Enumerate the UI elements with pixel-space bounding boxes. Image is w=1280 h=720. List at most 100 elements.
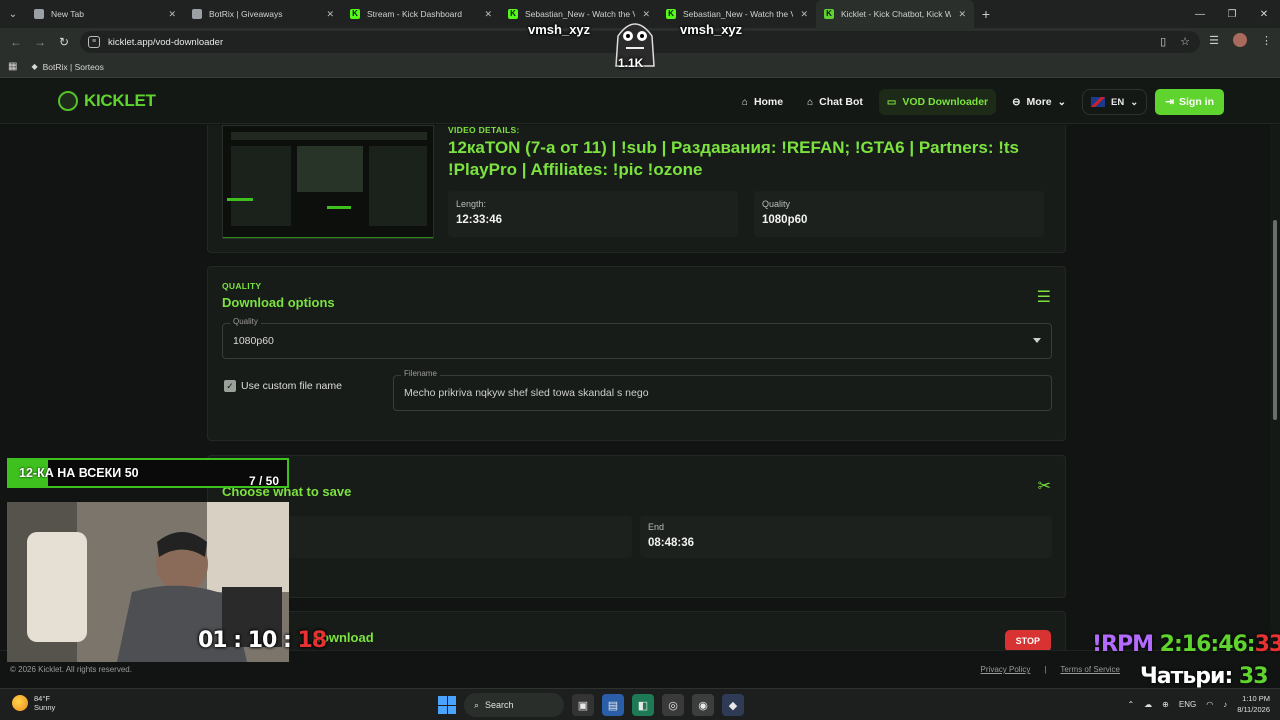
nav-chat-bot[interactable]: ⌂ Chat Bot (799, 89, 871, 115)
start-button[interactable] (438, 696, 456, 714)
close-tab-icon[interactable]: ✕ (800, 9, 808, 20)
tab-label: Stream - Kick Dashboard (367, 9, 462, 19)
bookmark-label: BotRix | Sorteos (42, 61, 104, 72)
weather-widget[interactable]: 84°F Sunny (12, 694, 55, 712)
nav-home[interactable]: ⌂ Home (734, 89, 791, 115)
volume-icon[interactable]: ♪ (1223, 700, 1227, 709)
caret-down-icon (1033, 338, 1041, 343)
chevron-down-icon: ⌄ (1130, 96, 1139, 108)
quality-stat: Quality 1080p60 (754, 191, 1044, 237)
nav-vod-downloader[interactable]: ▭ VOD Downloader (878, 89, 997, 115)
end-label: End (648, 522, 665, 532)
goal-count: 7 / 50 (248, 474, 279, 488)
close-tab-icon[interactable]: ✕ (326, 9, 334, 20)
site-info-icon[interactable]: ≡ (88, 36, 100, 48)
globe-favicon-icon (34, 9, 44, 19)
network-icon[interactable]: ⊕ (1162, 700, 1169, 709)
logo-text: KICKLET (84, 91, 156, 110)
settings-sliders-icon[interactable]: ☰ (1037, 287, 1051, 307)
scrollbar-thumb[interactable] (1273, 220, 1277, 420)
video-title: 12каTON (7-а от 11) | !sub | Раздавания:… (448, 138, 1019, 179)
close-tab-icon[interactable]: ✕ (958, 9, 966, 20)
taskview-icon[interactable]: ▣ (572, 694, 594, 716)
system-tray: ⌃ ☁ ⊕ ENG ◠ ♪ 1:10 PM 8/11/2026 (1127, 693, 1270, 715)
bookmark-botrix[interactable]: ◆ BotRix | Sorteos (31, 62, 103, 72)
nav-label: More (1026, 96, 1052, 108)
browser-tab[interactable]: BotRix | Giveaways ✕ (184, 0, 342, 28)
window-controls: — ❐ ✕ (1184, 9, 1280, 20)
length-value: 12:33:46 (456, 214, 503, 226)
sign-in-button[interactable]: ⇥ Sign in (1155, 89, 1224, 115)
length-label: Length: (456, 199, 487, 209)
rpm-label: !RPM (1092, 632, 1154, 657)
clock[interactable]: 1:10 PM 8/11/2026 (1237, 693, 1270, 715)
wifi-icon[interactable]: ◠ (1206, 700, 1213, 709)
close-window-button[interactable]: ✕ (1248, 9, 1280, 20)
language-selector[interactable]: EN ⌄ (1082, 89, 1148, 115)
input-language[interactable]: ENG (1179, 700, 1196, 709)
goal-text: 12-КА НА ВСЕКИ 50 (19, 466, 139, 480)
chevron-down-icon: ⌄ (1057, 96, 1067, 108)
browser-menu-icon[interactable]: ⋮ (1261, 34, 1272, 47)
end-time-box[interactable]: End 08:48:36 (640, 516, 1052, 558)
profile-avatar[interactable] (1233, 33, 1247, 47)
timer-seconds: 18 (297, 628, 327, 653)
nav-more[interactable]: ⊖ More ⌄ (1004, 89, 1074, 115)
day-value: 33 (1238, 664, 1269, 689)
main-nav: ⌂ Home ⌂ Chat Bot ▭ VOD Downloader ⊖ Mor… (734, 89, 1224, 115)
custom-filename-checkbox[interactable]: ✓ (224, 380, 236, 392)
taskbar-search-label: Search (485, 700, 514, 710)
cloud-icon[interactable]: ☁ (1144, 700, 1152, 709)
browser-tab[interactable]: K Stream - Kick Dashboard ✕ (342, 0, 500, 28)
video-thumbnail[interactable] (222, 125, 434, 239)
quality-kicker: QUALITY (222, 281, 262, 291)
apps-icon[interactable]: ▦ (8, 61, 17, 72)
weather-temp: 84°F (34, 694, 50, 703)
page-icon[interactable]: ▯ (1160, 35, 1166, 48)
page-scrollbar[interactable] (1270, 125, 1280, 650)
explorer-icon[interactable]: ▤ (602, 694, 624, 716)
restore-button[interactable]: ❐ (1216, 9, 1248, 20)
url-text: kicklet.app/vod-downloader (108, 36, 224, 48)
terms-link[interactable]: Terms of Service (1060, 665, 1120, 674)
kicklet-logo[interactable]: KICKLET (58, 91, 156, 111)
kick-favicon-icon: K (350, 9, 360, 19)
chevron-up-icon[interactable]: ⌃ (1127, 700, 1134, 709)
privacy-policy-link[interactable]: Privacy Policy (981, 665, 1031, 674)
tab-search-button[interactable]: ⌄ (0, 0, 26, 28)
app-icon-2[interactable]: ◆ (722, 694, 744, 716)
nav-label: Home (753, 96, 784, 108)
nav-label: VOD Downloader (902, 96, 989, 108)
scissors-icon[interactable]: ✂ (1038, 476, 1051, 496)
rpm-seconds: 33 (1254, 632, 1280, 657)
close-tab-icon[interactable]: ✕ (484, 9, 492, 20)
end-value: 08:48:36 (648, 537, 695, 549)
forward-button[interactable]: → (28, 35, 52, 49)
obs-icon[interactable]: ◎ (662, 694, 684, 716)
filename-input[interactable]: Mecho prikriva nqkyw shef sled towa skan… (393, 375, 1052, 411)
minimize-button[interactable]: — (1184, 9, 1216, 20)
quality-value: 1080p60 (762, 214, 808, 226)
timer-main: 01 : 10 : (198, 628, 298, 653)
app-icon[interactable]: ◧ (632, 694, 654, 716)
download-card: download STOP (207, 611, 1066, 650)
filename-label: Filename (401, 369, 440, 378)
stop-button[interactable]: STOP (1004, 630, 1051, 650)
custom-filename-checkbox-row[interactable]: ✓ Use custom file name (224, 380, 342, 392)
reload-button[interactable]: ↻ (52, 35, 76, 49)
video-details-kicker: VIDEO DETAILS: (448, 125, 520, 135)
browser-tab[interactable]: New Tab ✕ (26, 0, 184, 28)
close-tab-icon[interactable]: ✕ (168, 9, 176, 20)
taskbar-search[interactable]: ⌕ Search (464, 693, 564, 717)
windows-taskbar: 84°F Sunny ⌕ Search ▣ ▤ ◧ ◎ ◉ ◆ ⌃ ☁ ⊕ EN… (0, 688, 1280, 720)
quality-select-label: Quality (230, 317, 261, 326)
quality-select[interactable]: 1080p60 (222, 323, 1052, 359)
extensions-icon[interactable]: ☰ (1209, 34, 1219, 47)
chrome-icon[interactable]: ◉ (692, 694, 714, 716)
browser-tab[interactable]: K Kicklet - Kick Chatbot, Kick Wid ✕ (816, 0, 974, 28)
back-button[interactable]: ← (4, 35, 28, 49)
new-tab-button[interactable]: + (974, 6, 998, 22)
sun-icon (12, 695, 28, 711)
botrix-icon: ◆ (31, 62, 38, 71)
bookmark-star-icon[interactable]: ☆ (1180, 35, 1190, 48)
